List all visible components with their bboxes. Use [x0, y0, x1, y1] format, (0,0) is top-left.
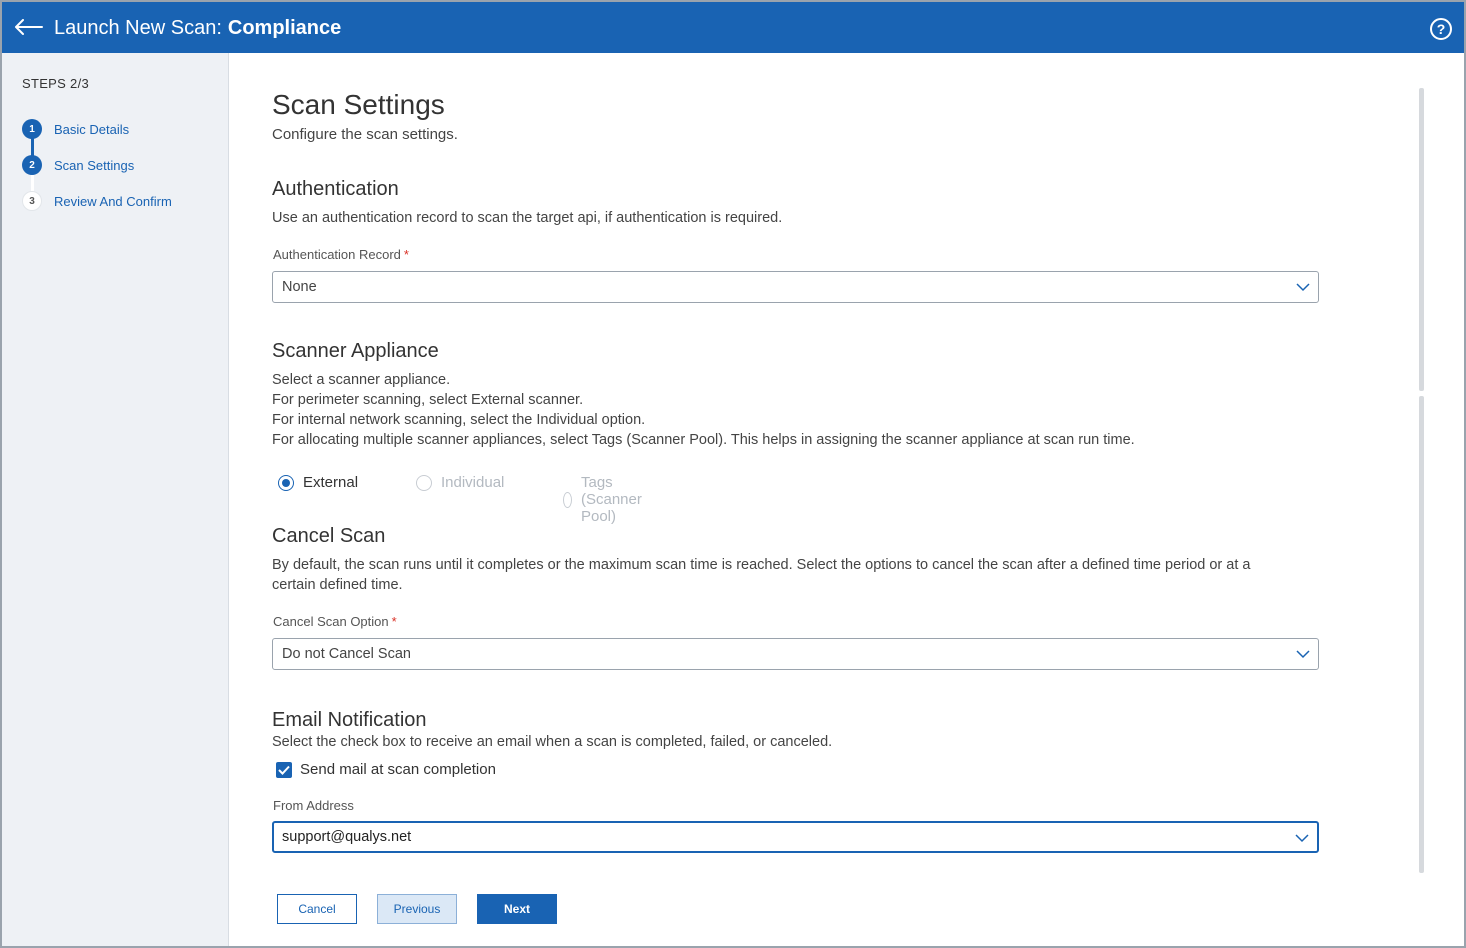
- step-basic-details[interactable]: 1 Basic Details: [22, 118, 129, 140]
- cancel-scan-line-1: By default, the scan runs until it compl…: [272, 557, 1251, 573]
- page-title: Scan Settings: [272, 89, 445, 120]
- scanner-appliance-line-3: For internal network scanning, select th…: [272, 412, 646, 428]
- steps-sidebar: STEPS 2/3 1 Basic Details 2 Scan Setting…: [2, 53, 229, 946]
- vertical-scrollbar[interactable]: [1419, 88, 1424, 873]
- chevron-down-icon: [1296, 283, 1310, 292]
- step-label-basic-details: Basic Details: [54, 121, 130, 137]
- previous-button[interactable]: Previous: [377, 894, 457, 924]
- main-content: Scan Settings Configure the scan setting…: [230, 53, 1464, 946]
- authentication-record-label: Authentication Record *: [273, 247, 409, 262]
- email-notification-title: Email Notification: [272, 709, 427, 731]
- arrow-left-icon: [15, 19, 43, 35]
- send-mail-label: Send mail at scan completion: [300, 761, 496, 778]
- step-number-3: 3: [22, 191, 42, 211]
- radio-individual-label: Individual: [441, 474, 505, 491]
- authentication-record-label-text: Authentication Record: [273, 247, 401, 262]
- send-mail-checkbox[interactable]: [276, 761, 292, 778]
- radio-individual[interactable]: Individual: [416, 474, 504, 491]
- chevron-down-icon: [1296, 650, 1310, 659]
- radio-individual-dot[interactable]: [416, 474, 432, 491]
- radio-tags-dot[interactable]: [563, 491, 572, 508]
- step-label-scan-settings: Scan Settings: [54, 157, 135, 173]
- step-label-review-confirm: Review And Confirm: [54, 193, 172, 209]
- radio-tags-scanner-pool[interactable]: Tags (Scanner Pool): [563, 474, 649, 525]
- cancel-scan-title: Cancel Scan: [272, 525, 386, 547]
- header-subtitle: Compliance: [227, 17, 342, 39]
- step-number-1: 1: [22, 119, 42, 139]
- cancel-scan-option-select[interactable]: Do not Cancel Scan: [272, 638, 1319, 670]
- from-address-label: From Address: [273, 798, 354, 813]
- scanner-appliance-line-4: For allocating multiple scanner applianc…: [272, 432, 1135, 448]
- scrollbar-thumb[interactable]: [1419, 88, 1424, 391]
- required-marker: *: [403, 247, 409, 262]
- page-subtitle: Configure the scan settings.: [272, 126, 458, 143]
- scanner-appliance-line-2: For perimeter scanning, select External …: [272, 392, 584, 408]
- authentication-title: Authentication: [272, 178, 399, 200]
- step-number-2: 2: [22, 155, 42, 175]
- from-address-value: support@qualys.net: [282, 829, 412, 845]
- cancel-scan-option-label-text: Cancel Scan Option: [273, 614, 389, 629]
- step-scan-settings[interactable]: 2 Scan Settings: [22, 154, 134, 176]
- email-notification-description: Select the check box to receive an email…: [272, 734, 833, 750]
- authentication-record-select[interactable]: None: [272, 271, 1319, 303]
- checkmark-icon: [278, 765, 290, 775]
- back-button[interactable]: [12, 12, 46, 42]
- radio-tags-label: Tags (Scanner Pool): [580, 474, 642, 525]
- send-mail-checkbox-row[interactable]: Send mail at scan completion: [276, 761, 496, 778]
- scanner-appliance-line-1: Select a scanner appliance.: [272, 372, 451, 388]
- next-button[interactable]: Next: [477, 894, 557, 924]
- cancel-button[interactable]: Cancel: [277, 894, 357, 924]
- header-title-text: Launch New Scan:: [54, 17, 222, 39]
- authentication-record-value: None: [282, 279, 317, 295]
- radio-external[interactable]: External: [278, 474, 358, 491]
- cancel-scan-line-2: certain defined time.: [272, 577, 403, 593]
- chevron-down-icon: [1295, 834, 1309, 843]
- header-bar: Launch New Scan: Compliance ?: [2, 2, 1464, 53]
- cancel-scan-option-value: Do not Cancel Scan: [282, 646, 411, 662]
- from-address-select[interactable]: support@qualys.net: [272, 821, 1319, 853]
- cancel-scan-option-label: Cancel Scan Option *: [273, 614, 397, 629]
- scrollbar-track[interactable]: [1419, 396, 1424, 873]
- steps-counter: STEPS 2/3: [22, 76, 90, 91]
- required-marker: *: [391, 614, 397, 629]
- authentication-description: Use an authentication record to scan the…: [272, 210, 783, 226]
- radio-external-label: External: [303, 474, 359, 491]
- radio-external-dot[interactable]: [278, 474, 294, 491]
- step-review-confirm[interactable]: 3 Review And Confirm: [22, 190, 172, 212]
- help-button[interactable]: ?: [1430, 18, 1452, 40]
- scanner-appliance-title: Scanner Appliance: [272, 340, 439, 362]
- question-circle-icon: ?: [1436, 21, 1446, 37]
- app-window: Launch New Scan: Compliance ? STEPS 2/3 1…: [0, 0, 1466, 948]
- page-header-title: Launch New Scan: Compliance: [54, 16, 341, 40]
